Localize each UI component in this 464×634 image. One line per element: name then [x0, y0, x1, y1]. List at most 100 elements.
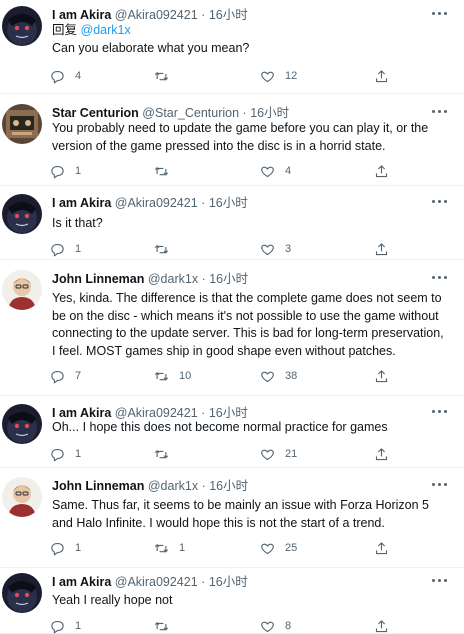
tweet[interactable]: I am Akira @Akira092421 · 16小时 Yeah I re…	[0, 568, 464, 634]
user-handle[interactable]: @Akira092421	[115, 406, 198, 420]
reply-button[interactable]: 4	[50, 68, 81, 84]
reply-prefix: 回复	[52, 23, 78, 37]
reply-to-link[interactable]: @dark1x	[81, 23, 131, 37]
tweet-header: John Linneman @dark1x · 16小时	[52, 478, 430, 494]
retweet-icon	[154, 621, 169, 630]
separator-dot: ·	[201, 272, 206, 286]
share-button[interactable]	[374, 618, 389, 634]
reply-button[interactable]: 1	[50, 446, 81, 462]
display-name[interactable]: I am Akira	[52, 196, 111, 210]
avatar[interactable]	[2, 573, 42, 613]
tweet[interactable]: I am Akira @Akira092421 · 16小时 Is it tha…	[0, 186, 464, 260]
tweet[interactable]: I am Akira @Akira092421 · 16小时 Oh... I h…	[0, 396, 464, 468]
tweet-body: Same. Thus far, it seems to be mainly an…	[52, 497, 448, 532]
tweet-actions: 7 10 38	[50, 368, 410, 384]
share-icon	[375, 242, 388, 255]
display-name[interactable]: John Linneman	[52, 272, 144, 286]
share-button[interactable]	[374, 368, 389, 384]
more-options-icon[interactable]	[432, 274, 448, 282]
like-button[interactable]: 38	[260, 368, 297, 384]
reply-icon	[51, 165, 64, 178]
tweet-header: John Linneman @dark1x · 16小时	[52, 271, 430, 287]
retweet-count: 10	[179, 370, 192, 382]
user-handle[interactable]: @Akira092421	[115, 196, 198, 210]
reply-button[interactable]: 1	[50, 241, 81, 257]
reply-button[interactable]: 1	[50, 618, 81, 634]
separator-dot: ·	[201, 8, 206, 22]
avatar[interactable]	[2, 404, 42, 444]
tweet-body: Is it that?	[52, 215, 448, 233]
avatar[interactable]	[2, 194, 42, 234]
heart-icon	[261, 166, 274, 177]
user-handle[interactable]: @dark1x	[148, 272, 198, 286]
avatar[interactable]	[2, 477, 42, 517]
reply-button[interactable]: 7	[50, 368, 81, 384]
reply-button[interactable]: 1	[50, 540, 81, 556]
like-count: 21	[285, 448, 298, 460]
tweet-text: Yes, kinda. The difference is that the c…	[52, 291, 444, 358]
tweet[interactable]: John Linneman @dark1x · 16小时 Same. Thus …	[0, 468, 464, 568]
reply-button[interactable]: 1	[50, 163, 81, 179]
retweet-button[interactable]	[154, 618, 179, 634]
like-button[interactable]: 4	[260, 163, 291, 179]
retweet-icon	[154, 166, 169, 175]
retweet-button[interactable]	[154, 241, 179, 257]
timestamp[interactable]: 16小时	[209, 479, 248, 493]
like-button[interactable]: 12	[260, 68, 297, 84]
tweet[interactable]: I am Akira @Akira092421 · 16小时 回复 @dark1…	[0, 0, 464, 94]
more-options-icon[interactable]	[432, 198, 448, 206]
separator-dot: ·	[201, 575, 206, 589]
avatar[interactable]	[2, 104, 42, 144]
like-button[interactable]: 25	[260, 540, 297, 556]
share-button[interactable]	[374, 446, 389, 462]
reply-icon	[51, 243, 64, 256]
tweet-actions: 4 12	[50, 68, 410, 84]
reply-icon	[51, 70, 64, 83]
tweet-text: Oh... I hope this does not become normal…	[52, 420, 388, 434]
more-options-icon[interactable]	[432, 481, 448, 489]
like-button[interactable]: 3	[260, 241, 291, 257]
user-handle[interactable]: @Akira092421	[115, 575, 198, 589]
display-name[interactable]: I am Akira	[52, 575, 111, 589]
tweet-actions: 1 8	[50, 618, 410, 634]
like-button[interactable]: 21	[260, 446, 297, 462]
more-options-icon[interactable]	[432, 10, 448, 18]
reply-icon	[51, 448, 64, 461]
display-name[interactable]: I am Akira	[52, 8, 111, 22]
share-button[interactable]	[374, 163, 389, 179]
timestamp[interactable]: 16小时	[209, 406, 248, 420]
like-count: 12	[285, 70, 298, 82]
tweet[interactable]: John Linneman @dark1x · 16小时 Yes, kinda.…	[0, 260, 464, 396]
avatar[interactable]	[2, 270, 42, 310]
more-options-icon[interactable]	[432, 577, 448, 585]
like-button[interactable]: 8	[260, 618, 291, 634]
user-handle[interactable]: @Akira092421	[115, 8, 198, 22]
user-handle[interactable]: @Star_Centurion	[142, 106, 239, 120]
share-button[interactable]	[374, 540, 389, 556]
tweet[interactable]: Star Centurion @Star_Centurion · 16小时 Yo…	[0, 94, 464, 186]
more-options-icon[interactable]	[432, 108, 448, 116]
heart-icon	[261, 449, 274, 460]
display-name[interactable]: I am Akira	[52, 406, 111, 420]
timestamp[interactable]: 16小时	[209, 8, 248, 22]
timestamp[interactable]: 16小时	[209, 575, 248, 589]
tweet-body: 回复 @dark1x Can you elaborate what you mea…	[52, 22, 448, 57]
retweet-button[interactable]	[154, 68, 179, 84]
reply-count: 7	[75, 370, 82, 382]
share-button[interactable]	[374, 68, 389, 84]
display-name[interactable]: Star Centurion	[52, 106, 139, 120]
reply-icon	[51, 370, 64, 383]
user-handle[interactable]: @dark1x	[148, 479, 198, 493]
avatar[interactable]	[2, 6, 42, 46]
display-name[interactable]: John Linneman	[52, 479, 144, 493]
timestamp[interactable]: 16小时	[209, 196, 248, 210]
retweet-button[interactable]	[154, 163, 179, 179]
retweet-button[interactable]: 1	[154, 540, 185, 556]
more-options-icon[interactable]	[432, 408, 448, 416]
retweet-button[interactable]	[154, 446, 179, 462]
retweet-button[interactable]: 10	[154, 368, 191, 384]
retweet-count: 1	[179, 542, 186, 554]
timestamp[interactable]: 16小时	[250, 106, 289, 120]
share-button[interactable]	[374, 241, 389, 257]
timestamp[interactable]: 16小时	[209, 272, 248, 286]
